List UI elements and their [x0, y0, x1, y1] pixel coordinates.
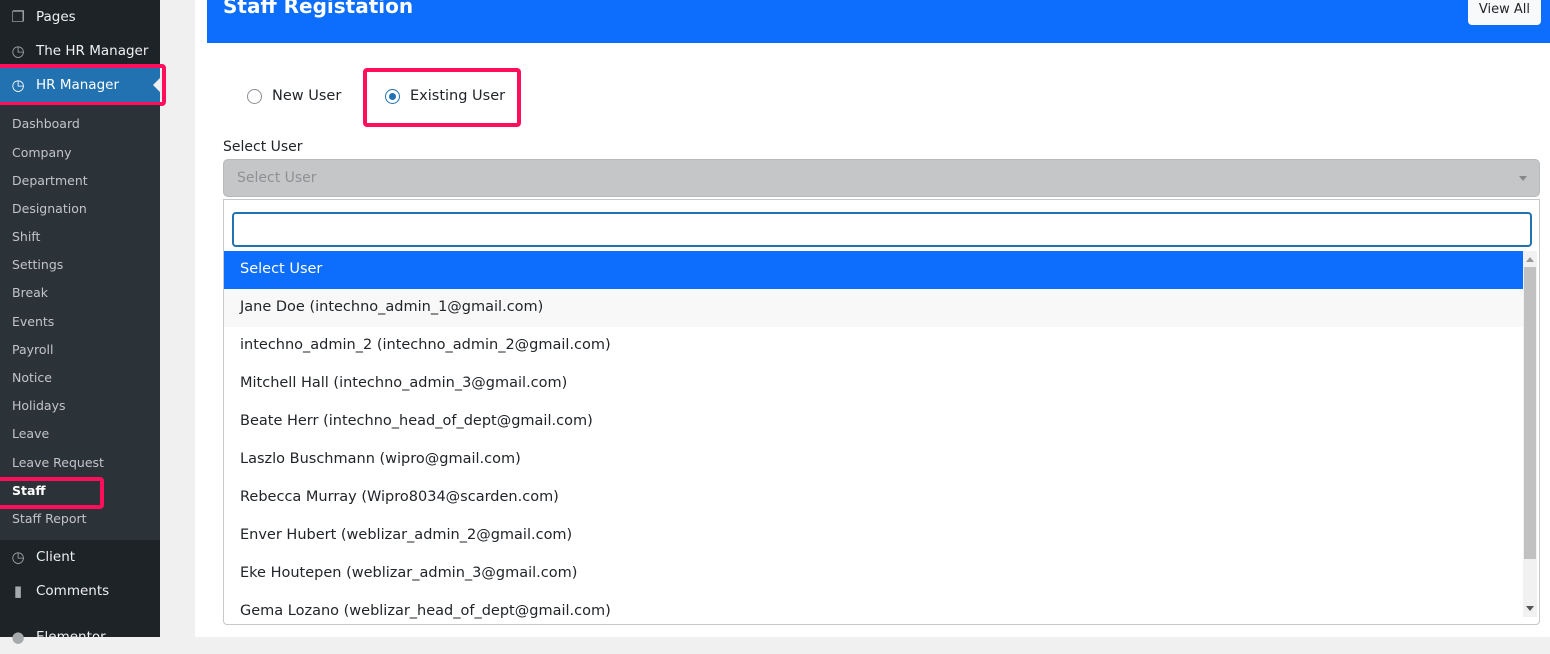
dropdown-option[interactable]: Select User — [224, 251, 1523, 289]
menu-pages[interactable]: ❐ Pages — [0, 0, 160, 34]
submenu-dashboard[interactable]: Dashboard — [12, 116, 80, 131]
dropdown-option[interactable]: Jane Doe (intechno_admin_1@gmail.com) — [224, 289, 1523, 327]
dropdown-option[interactable]: Eke Houtepen (weblizar_admin_3@gmail.com… — [224, 555, 1523, 593]
dropdown-option[interactable]: Enver Hubert (weblizar_admin_2@gmail.com… — [224, 517, 1523, 555]
highlight-box — [363, 68, 521, 127]
comment-icon: ▮ — [13, 582, 23, 600]
submenu-staff-report[interactable]: Staff Report — [12, 511, 87, 526]
page-header: Staff Registation View All — [207, 0, 1550, 43]
clock-icon: ◷ — [11, 42, 25, 60]
dropdown-option[interactable]: intechno_admin_2 (intechno_admin_2@gmail… — [224, 327, 1523, 365]
submenu-designation[interactable]: Designation — [12, 201, 87, 216]
submenu-leave[interactable]: Leave — [12, 426, 49, 441]
submenu: Dashboard Company Department Designation… — [0, 105, 160, 540]
radio-circle[interactable] — [247, 88, 262, 104]
elementor-icon: ● — [11, 628, 25, 646]
submenu-holidays[interactable]: Holidays — [12, 398, 66, 413]
radio-new-user[interactable]: New User — [247, 88, 341, 104]
dropdown-option[interactable]: Gema Lozano (weblizar_head_of_dept@gmail… — [224, 593, 1523, 624]
submenu-payroll[interactable]: Payroll — [12, 342, 54, 357]
dropdown-option[interactable]: Rebecca Murray (Wipro8034@scarden.com) — [224, 479, 1523, 517]
submenu-shift[interactable]: Shift — [12, 229, 40, 244]
submenu-department[interactable]: Department — [12, 173, 88, 188]
dropdown-search-input[interactable] — [232, 212, 1532, 247]
scroll-up-icon[interactable] — [1526, 253, 1534, 262]
pages-icon: ❐ — [11, 8, 25, 26]
submenu-settings[interactable]: Settings — [12, 257, 63, 272]
highlight-box — [0, 477, 104, 509]
submenu-notice[interactable]: Notice — [12, 370, 52, 385]
dropdown-menu: Select User Jane Doe (intechno_admin_1@gm… — [223, 199, 1540, 625]
menu-the-hr-manager[interactable]: ◷ The HR Manager — [0, 34, 160, 68]
submenu-leave-request[interactable]: Leave Request — [12, 455, 104, 470]
view-all-button[interactable]: View All — [1467, 0, 1541, 25]
menu-comments[interactable]: ▮ Comments — [0, 574, 160, 608]
dropdown-option[interactable]: Laszlo Buschmann (wipro@gmail.com) — [224, 441, 1523, 479]
admin-sidebar: ❐ Pages ◷ The HR Manager ◷ HR Manager Dashb… — [0, 0, 166, 646]
menu-client[interactable]: ◷ Client — [0, 540, 160, 574]
highlight-box — [0, 64, 166, 106]
page-title: Staff Registation — [223, 0, 414, 18]
select-user-label: Select User — [223, 139, 303, 155]
submenu-events[interactable]: Events — [12, 314, 54, 329]
select-user-dropdown[interactable]: Select User — [223, 159, 1540, 197]
submenu-break[interactable]: Break — [12, 285, 48, 300]
clock-icon: ◷ — [11, 548, 25, 566]
chevron-down-icon — [1519, 176, 1527, 185]
dropdown-option[interactable]: Beate Herr (intechno_head_of_dept@gmail.… — [224, 403, 1523, 441]
scrollbar-thumb[interactable] — [1524, 267, 1536, 559]
scroll-down-icon[interactable] — [1526, 606, 1534, 615]
submenu-company[interactable]: Company — [12, 145, 71, 160]
scrollbar[interactable] — [1523, 251, 1537, 617]
menu-elementor[interactable]: ● Elementor — [0, 620, 160, 654]
dropdown-option[interactable]: Mitchell Hall (intechno_admin_3@gmail.co… — [224, 365, 1523, 403]
